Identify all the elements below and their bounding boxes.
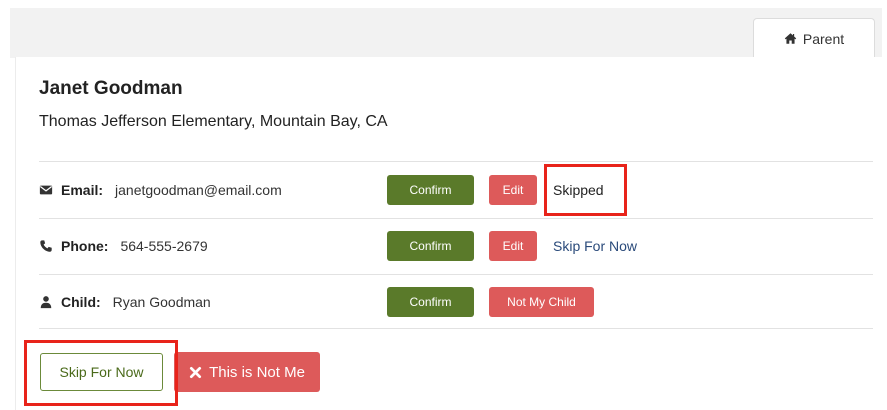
phone-icon xyxy=(40,240,52,252)
child-label: Child: xyxy=(61,294,101,310)
child-value: Ryan Goodman xyxy=(112,294,211,310)
phone-confirm-button[interactable]: Confirm xyxy=(387,231,474,261)
header-band xyxy=(10,8,882,58)
profile-school: Thomas Jefferson Elementary, Mountain Ba… xyxy=(39,113,388,130)
home-icon xyxy=(784,33,797,44)
phone-label-group: Phone: 564-555-2679 xyxy=(39,218,208,274)
email-value: janetgoodman@email.com xyxy=(115,182,282,198)
skip-for-now-button[interactable]: Skip For Now xyxy=(40,353,163,391)
email-confirm-button[interactable]: Confirm xyxy=(387,175,474,205)
phone-edit-button[interactable]: Edit xyxy=(489,231,537,261)
this-is-not-me-button[interactable]: This is Not Me xyxy=(174,352,320,392)
phone-row: Phone: 564-555-2679 Confirm Edit Skip Fo… xyxy=(39,218,873,274)
tab-parent[interactable]: Parent xyxy=(753,18,875,58)
close-icon xyxy=(189,366,202,378)
divider xyxy=(39,328,873,329)
email-label: Email: xyxy=(61,182,104,198)
email-edit-button[interactable]: Edit xyxy=(489,175,537,205)
phone-skip-link[interactable]: Skip For Now xyxy=(553,218,637,274)
child-confirm-button[interactable]: Confirm xyxy=(387,287,474,317)
profile-name: Janet Goodman xyxy=(39,78,183,99)
this-is-not-me-label: This is Not Me xyxy=(209,363,305,381)
child-label-group: Child: Ryan Goodman xyxy=(39,274,211,330)
tab-parent-label: Parent xyxy=(802,30,845,47)
page: Parent Janet Goodman Thomas Jefferson El… xyxy=(0,0,887,410)
email-status: Skipped xyxy=(553,182,604,198)
email-row: Email: janetgoodman@email.com Confirm Ed… xyxy=(39,162,873,218)
email-label-group: Email: janetgoodman@email.com xyxy=(39,162,282,218)
envelope-icon xyxy=(39,185,53,195)
phone-value: 564-555-2679 xyxy=(120,238,208,254)
user-icon xyxy=(40,296,52,309)
phone-label: Phone: xyxy=(61,238,109,254)
child-row: Child: Ryan Goodman Confirm Not My Child xyxy=(39,274,873,330)
not-my-child-button[interactable]: Not My Child xyxy=(489,287,594,317)
